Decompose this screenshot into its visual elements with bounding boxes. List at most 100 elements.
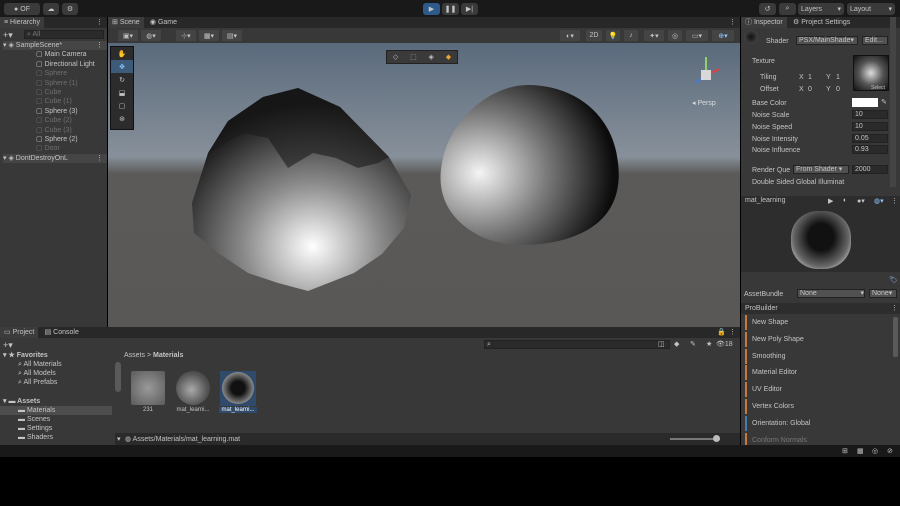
hierarchy-item[interactable]: ▾ ◈ DontDestroyOnL ⋮: [3, 153, 107, 163]
lighting-icon[interactable]: 💡: [606, 30, 620, 41]
tab-inspector[interactable]: ⓘ Inspector: [741, 17, 787, 28]
hierarchy-item[interactable]: ▢ Sphere: [36, 69, 67, 78]
label-tag-icon[interactable]: 🏷: [889, 276, 898, 284]
debug-mode-icon[interactable]: ⊘: [887, 447, 893, 455]
more-options-icon[interactable]: ⋮: [729, 18, 736, 26]
hierarchy-item[interactable]: ▢ Sphere (2): [36, 135, 78, 144]
favorite-star-icon[interactable]: ★: [706, 340, 712, 348]
inspector-scrollbar[interactable]: [890, 17, 896, 187]
noise-influence-field[interactable]: 0.93: [852, 145, 888, 154]
cache-server-icon[interactable]: ▦: [857, 447, 864, 455]
layout-dropdown[interactable]: Layout ▾: [847, 3, 895, 15]
preview-play-icon[interactable]: ▶: [828, 197, 833, 205]
hierarchy-item[interactable]: ▢ Sphere (3): [36, 107, 78, 116]
favorites-header[interactable]: ▾ ★ Favorites: [3, 351, 48, 359]
tiling-y-field[interactable]: 1: [836, 74, 840, 81]
offset-x-field[interactable]: 0: [808, 86, 812, 93]
tab-scene[interactable]: ⊞ Scene: [108, 17, 144, 28]
breadcrumb-assets[interactable]: Assets: [124, 352, 145, 359]
hierarchy-search-input[interactable]: ⌕ All: [24, 30, 104, 39]
render-mode-icon[interactable]: ◐▾: [560, 30, 580, 41]
hierarchy-item[interactable]: ▢ Cube: [36, 88, 61, 97]
base-color-swatch[interactable]: [852, 98, 878, 107]
hierarchy-item[interactable]: ▢ Cube (2): [36, 116, 72, 125]
shader-dropdown[interactable]: PSX/MainShade▾: [796, 36, 858, 45]
noise-speed-field[interactable]: 10: [852, 122, 888, 131]
tile-mat-learning-2-thumbnail[interactable]: [222, 372, 254, 404]
folder-shaders[interactable]: ▬ Shaders: [18, 434, 53, 441]
render-queue-field[interactable]: 2000: [852, 165, 888, 174]
transform-tool-icon[interactable]: ⊛: [111, 112, 133, 125]
noise-scale-field[interactable]: 10: [852, 110, 888, 119]
tag-icon[interactable]: ✎: [690, 340, 696, 348]
vertex-mode-icon[interactable]: ⬚: [410, 53, 417, 61]
network-icon[interactable]: ⊞: [842, 447, 848, 455]
probuilder-scrollbar[interactable]: [893, 317, 898, 357]
more-options-icon[interactable]: ⋮: [891, 304, 898, 312]
favorite-all-prefabs[interactable]: ⌕ All Prefabs: [18, 379, 57, 387]
history-icon[interactable]: ↺: [759, 3, 776, 15]
hidden-packages-count[interactable]: 👁18: [716, 340, 733, 348]
assetbundle-dropdown[interactable]: None ▾: [797, 289, 865, 298]
rect-tool-icon[interactable]: ▢: [111, 99, 133, 112]
effects-icon[interactable]: ✦▾: [644, 30, 664, 41]
pause-button[interactable]: ❚❚: [442, 3, 459, 15]
layers-dropdown[interactable]: Layers ▾: [798, 3, 844, 15]
hand-tool-icon[interactable]: ✋: [111, 47, 133, 60]
search-icon[interactable]: ⌕: [779, 3, 796, 15]
smooth-sphere[interactable]: [440, 85, 619, 245]
probuilder-menu-item[interactable]: Vertex Colors: [745, 399, 889, 414]
object-mode-icon[interactable]: ◇: [393, 53, 398, 61]
favorite-all-materials[interactable]: ⌕ All Materials: [18, 361, 62, 369]
step-button[interactable]: ▶|: [461, 3, 478, 15]
more-options-icon[interactable]: ⋮: [96, 41, 103, 50]
audio-icon[interactable]: ♪: [624, 30, 638, 41]
probuilder-menu-item[interactable]: UV Editor: [745, 382, 889, 398]
more-options-icon[interactable]: ⋮: [891, 197, 898, 205]
create-button[interactable]: +▾: [3, 340, 13, 351]
orientation-gizmo[interactable]: [686, 53, 726, 95]
mode-2d-button[interactable]: 2D: [586, 30, 602, 41]
preview-shape-icon[interactable]: ●▾: [857, 197, 865, 205]
add-button[interactable]: +▾: [3, 30, 13, 41]
assets-header[interactable]: ▾ ▬ Assets: [3, 397, 40, 405]
gizmos-icon[interactable]: ⊕▾: [712, 30, 734, 41]
draw-mode-icon[interactable]: ▣▾: [118, 30, 138, 41]
face-mode-icon[interactable]: ◆: [446, 53, 451, 61]
assetbundle-variant-dropdown[interactable]: None▾: [869, 289, 897, 298]
tab-console[interactable]: ▤ Console: [41, 327, 83, 338]
slider-handle[interactable]: [713, 435, 720, 442]
cloud-icon[interactable]: ☁: [43, 3, 59, 15]
folder-materials[interactable]: ▬ Materials: [18, 407, 55, 414]
hierarchy-item[interactable]: ▢ Directional Light: [36, 60, 95, 69]
filter-label-icon[interactable]: ◆: [674, 340, 679, 348]
favorite-all-models[interactable]: ⌕ All Models: [18, 370, 56, 378]
folder-scenes[interactable]: ▬ Scenes: [18, 416, 50, 423]
edge-mode-icon[interactable]: ◈: [429, 53, 434, 61]
tab-project-settings[interactable]: ⚙ Project Settings: [789, 17, 854, 28]
play-button[interactable]: ▶: [423, 3, 440, 15]
more-options-icon[interactable]: ⋮: [96, 18, 103, 26]
hierarchy-item[interactable]: ▢ Cube (1): [36, 97, 72, 106]
hierarchy-item[interactable]: ▢ Sphere (1): [36, 79, 78, 88]
move-tool-icon[interactable]: ✥: [111, 60, 133, 73]
breadcrumb-materials[interactable]: Materials: [153, 352, 183, 359]
tab-project[interactable]: ▭ Project: [0, 327, 39, 338]
render-queue-dropdown[interactable]: From Shader ▾: [793, 165, 849, 174]
probuilder-menu-item[interactable]: Orientation: Global: [745, 415, 889, 431]
filter-type-icon[interactable]: ◫: [658, 340, 665, 348]
hidden-objects-icon[interactable]: ◎: [668, 30, 682, 41]
probuilder-menu-item[interactable]: Conform Normals: [745, 432, 889, 445]
hierarchy-item[interactable]: ▾ ◈ SampleScene* ⋮: [3, 41, 107, 50]
tile-mat-learning-1-thumbnail[interactable]: [176, 371, 210, 405]
material-preview[interactable]: [741, 206, 900, 272]
texture-select-button[interactable]: Select: [871, 85, 885, 91]
increment-snap-icon[interactable]: ▤▾: [222, 30, 242, 41]
offset-y-field[interactable]: 0: [836, 86, 840, 93]
probuilder-menu-item[interactable]: New Shape: [745, 315, 889, 330]
auto-generate-lighting-icon[interactable]: ◎: [872, 447, 878, 455]
sphere-gizmo-icon[interactable]: ◍▾: [141, 30, 161, 41]
grid-snap-icon[interactable]: ▦▾: [199, 30, 219, 41]
settings-gear-icon[interactable]: ⚙: [62, 3, 78, 15]
probuilder-menu-item[interactable]: New Poly Shape: [745, 331, 889, 347]
